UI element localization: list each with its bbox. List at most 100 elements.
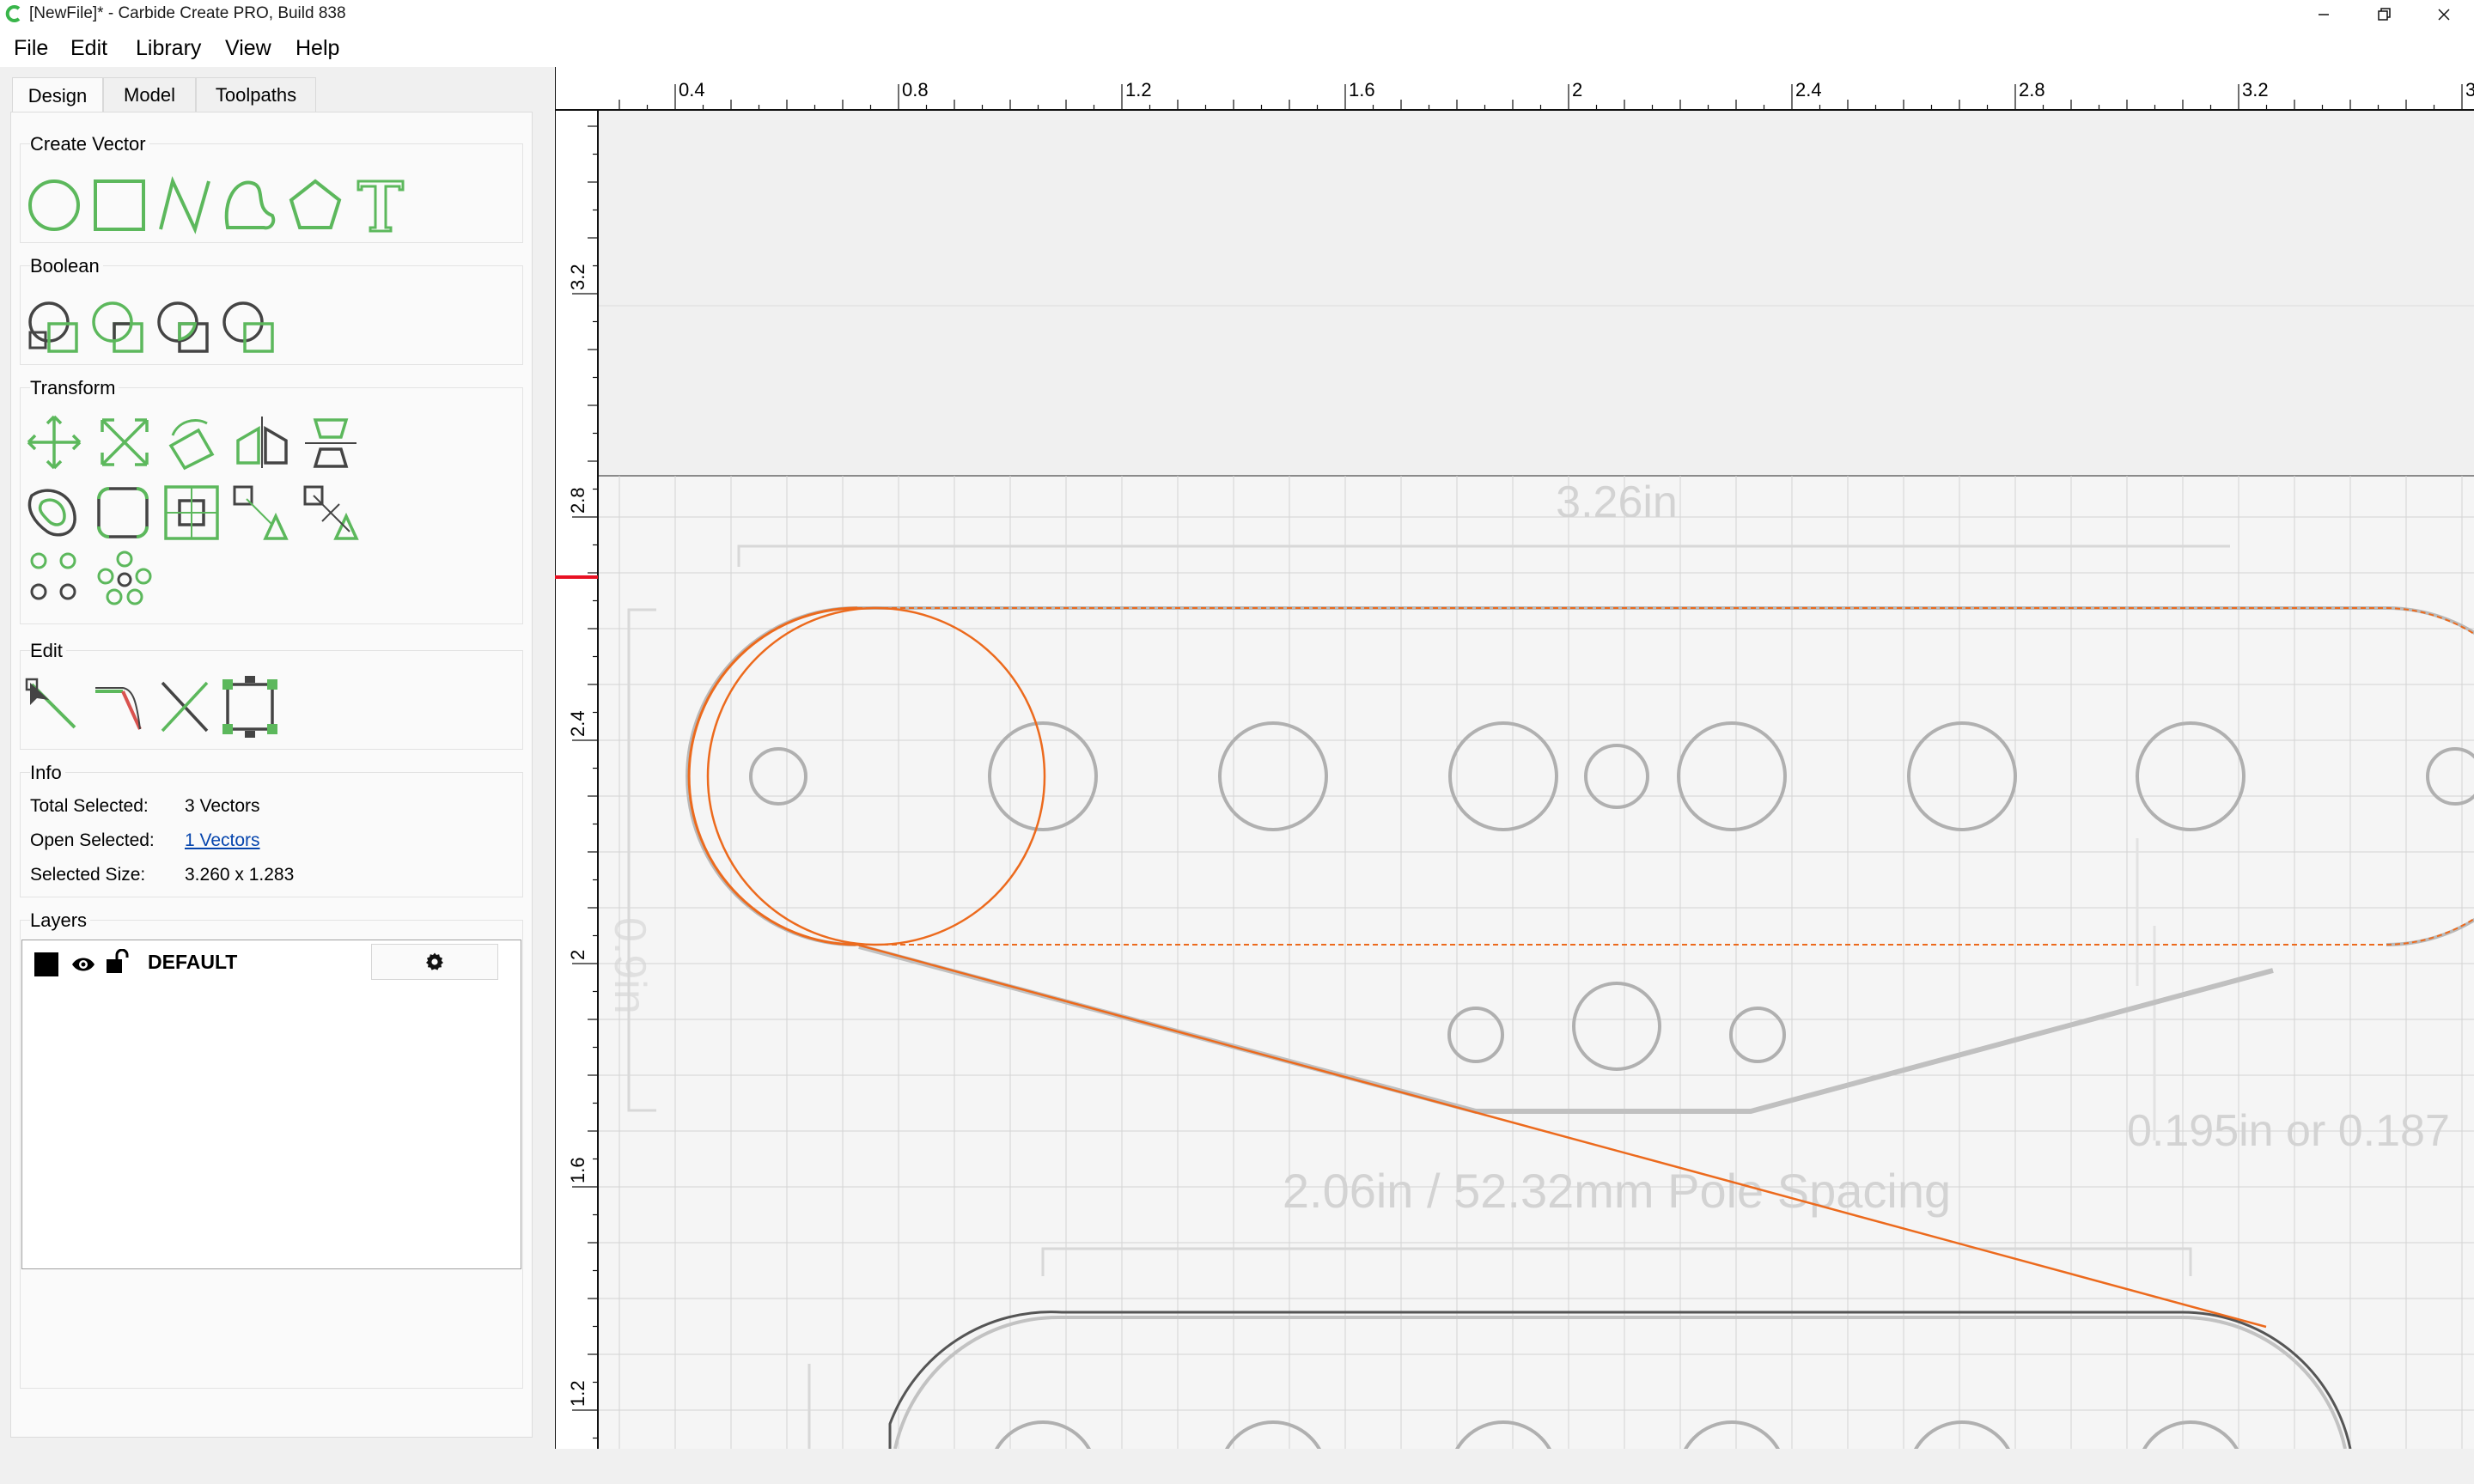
create-vector-group: Create Vector (20, 131, 523, 243)
restore-button[interactable] (2354, 0, 2414, 29)
ruler-top-label: 3.6 (2465, 79, 2474, 100)
polyline-icon (159, 176, 210, 234)
text-tool-button[interactable] (350, 174, 411, 236)
layer-color-swatch[interactable] (34, 952, 58, 976)
bounding-box-icon (222, 676, 277, 738)
menu-view[interactable]: View (225, 36, 271, 61)
join-icon (95, 687, 142, 730)
polygon-icon (289, 179, 342, 229)
ruler-top-label: 2.8 (2019, 79, 2045, 100)
transform-title: Transform (30, 377, 119, 399)
total-selected-label: Total Selected: (30, 796, 149, 816)
align-icon (305, 418, 356, 468)
scale-icon (101, 418, 149, 466)
center-icon (164, 485, 219, 540)
total-selected-value: 3 Vectors (185, 796, 260, 816)
rectangle-tool-button[interactable] (88, 174, 150, 236)
intersect-icon (157, 301, 209, 353)
ruler-left-label: 2.8 (567, 487, 588, 514)
minimize-icon (2319, 14, 2329, 15)
width-annotation: 3.26in (1556, 477, 1678, 527)
left-ruler[interactable] (555, 110, 598, 1449)
app-logo-icon (5, 5, 21, 22)
align-tool-button[interactable] (300, 411, 362, 473)
circular-array-tool-button[interactable] (300, 482, 362, 544)
menu-library[interactable]: Library (136, 36, 201, 61)
tab-model[interactable]: Model (103, 77, 196, 112)
fillet-tool-button[interactable] (92, 482, 154, 544)
polyline-tool-button[interactable] (154, 174, 216, 236)
transform-group: Transform (20, 375, 523, 624)
weld-tool-button[interactable] (219, 298, 281, 360)
curve-icon (224, 180, 276, 230)
design-panel: Create Vector Boolean Transform Edit Inf… (10, 112, 533, 1438)
ruler-top-label: 0.8 (902, 79, 929, 100)
ruler-left-label: 1.6 (567, 1157, 588, 1183)
layer-row[interactable]: DEFAULT (22, 940, 521, 983)
design-canvas[interactable]: 3.26in 2.06in / 52.32mm Pole Spacing 0.1… (554, 67, 2474, 1484)
minimize-button[interactable] (2294, 0, 2354, 29)
text-icon (356, 179, 405, 233)
subtract-tool-button[interactable] (88, 298, 150, 360)
move-icon (27, 415, 82, 470)
rotate-tool-button[interactable] (161, 411, 222, 473)
trim-tool-button[interactable] (154, 676, 216, 738)
circle-pattern-tool-button[interactable] (94, 547, 155, 609)
circular-array-icon (303, 485, 359, 540)
restore-icon (2378, 8, 2391, 21)
menu-help[interactable]: Help (296, 36, 339, 61)
union-tool-button[interactable] (23, 298, 85, 360)
rotate-icon (168, 419, 215, 471)
circle-tool-button[interactable] (23, 174, 85, 236)
create-vector-title: Create Vector (30, 133, 149, 155)
layers-title: Layers (30, 909, 91, 932)
grid-array-icon (30, 552, 76, 600)
bounding-box-tool-button[interactable] (219, 676, 281, 738)
offset-tool-button[interactable] (23, 482, 85, 544)
ruler-top-label: 3.2 (2242, 79, 2269, 100)
edit-group: Edit (20, 638, 523, 750)
polygon-tool-button[interactable] (284, 174, 346, 236)
layer-name: DEFAULT (148, 951, 238, 973)
selected-size-value: 3.260 x 1.283 (185, 865, 295, 885)
weld-icon (222, 301, 274, 353)
layer-settings-button[interactable] (371, 944, 498, 980)
status-strip (0, 1449, 2474, 1484)
tab-design[interactable]: Design (12, 77, 103, 113)
curve-tool-button[interactable] (219, 174, 281, 236)
ruler-left-label: 2.4 (567, 710, 588, 737)
join-tool-button[interactable] (88, 676, 150, 738)
unlock-icon[interactable] (105, 949, 129, 975)
info-group: Info Total Selected: 3 Vectors Open Sele… (20, 760, 523, 897)
stock-area (598, 476, 2474, 1449)
menu-file[interactable]: File (14, 36, 48, 61)
close-button[interactable] (2414, 0, 2474, 29)
linear-array-tool-button[interactable] (229, 482, 291, 544)
tab-toolpaths[interactable]: Toolpaths (196, 77, 316, 112)
intersect-tool-button[interactable] (154, 298, 216, 360)
menu-edit[interactable]: Edit (70, 36, 107, 61)
hole-annotation: 0.195in or 0.187 (2127, 1106, 2450, 1156)
mirror-tool-button[interactable] (231, 411, 293, 473)
ruler-left-label: 1.2 (567, 1380, 588, 1407)
ruler-top-label: 2.4 (1795, 79, 1822, 100)
mirror-icon (236, 417, 288, 468)
node-edit-tool-button[interactable] (23, 676, 85, 738)
circle-icon (28, 179, 80, 231)
canvas-drawing[interactable]: 3.26in 2.06in / 52.32mm Pole Spacing 0.1… (554, 67, 2474, 1484)
window-title: [NewFile]* - Carbide Create PRO, Build 8… (29, 4, 346, 22)
circle-pattern-icon (97, 550, 152, 605)
selected-size-label: Selected Size: (30, 865, 146, 885)
grid-array-tool-button[interactable] (23, 547, 85, 609)
gear-icon (426, 952, 443, 970)
rectangle-icon (94, 179, 145, 231)
fillet-icon (97, 487, 149, 538)
eye-icon[interactable] (70, 952, 96, 976)
title-bar: [NewFile]* - Carbide Create PRO, Build 8… (0, 0, 2474, 29)
center-tool-button[interactable] (161, 482, 222, 544)
trim-icon (161, 681, 209, 733)
open-selected-link[interactable]: 1 Vectors (185, 830, 260, 851)
move-tool-button[interactable] (23, 411, 85, 473)
scale-tool-button[interactable] (94, 411, 155, 473)
open-selected-label: Open Selected: (30, 830, 155, 850)
